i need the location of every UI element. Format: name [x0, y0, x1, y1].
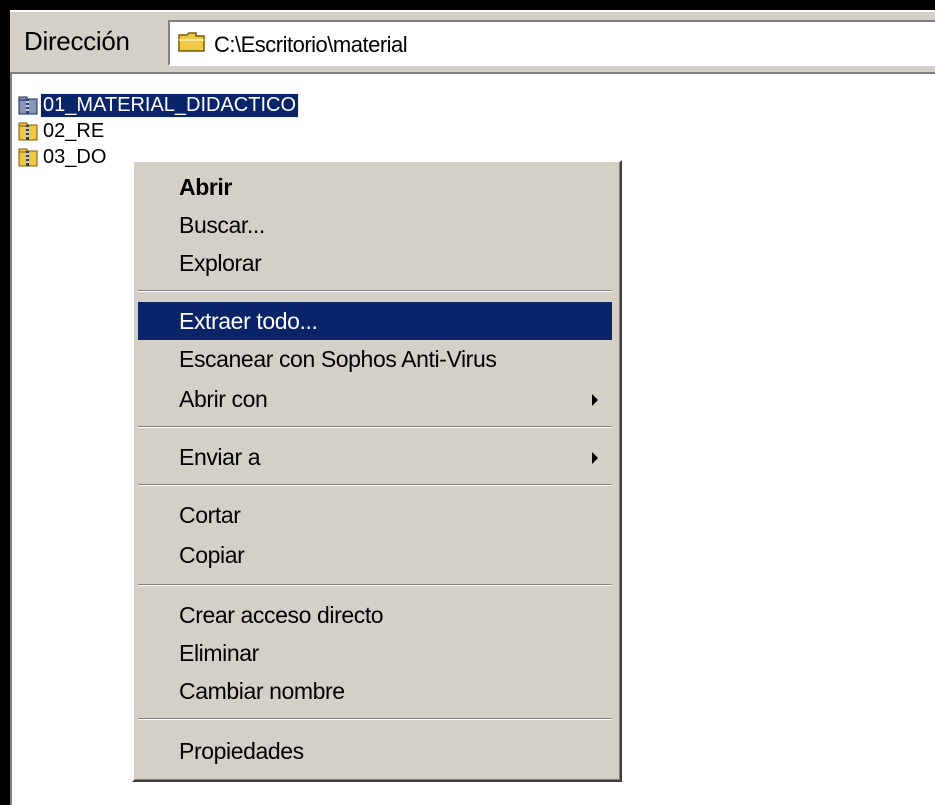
- menu-item-label: Enviar a: [179, 444, 261, 470]
- menu-item-send-to[interactable]: Enviar a: [138, 438, 612, 476]
- address-bar: Dirección C:\Escritorio\material: [10, 10, 935, 72]
- menu-separator: [138, 584, 612, 586]
- file-name: 03_DO: [43, 145, 107, 168]
- menu-separator: [138, 484, 612, 486]
- file-item[interactable]: 01_MATERIAL_DIDACTICO: [18, 92, 300, 118]
- menu-item-rename[interactable]: Cambiar nombre: [138, 672, 612, 710]
- zip-folder-icon: [18, 95, 38, 115]
- address-path: C:\Escritorio\material: [214, 32, 408, 57]
- file-item[interactable]: 02_RE: [18, 118, 106, 144]
- menu-item-extract-all[interactable]: Extraer todo...: [138, 302, 612, 340]
- menu-separator: [138, 426, 612, 428]
- zip-folder-icon: [18, 147, 38, 167]
- menu-item-delete[interactable]: Eliminar: [138, 634, 612, 672]
- submenu-arrow-icon: [592, 394, 598, 406]
- submenu-arrow-icon: [592, 452, 598, 464]
- menu-item-open-with[interactable]: Abrir con: [138, 380, 612, 418]
- file-list[interactable]: 01_MATERIAL_DIDACTICO 02_RE 03_DO Abrir …: [10, 72, 935, 805]
- menu-item-open[interactable]: Abrir: [138, 168, 612, 206]
- menu-separator: [138, 290, 612, 292]
- address-label: Dirección: [24, 26, 130, 56]
- zip-folder-icon: [18, 121, 38, 141]
- address-field[interactable]: C:\Escritorio\material: [168, 20, 935, 66]
- context-menu: Abrir Buscar... Explorar Extraer todo...…: [132, 160, 622, 782]
- menu-item-properties[interactable]: Propiedades: [138, 732, 612, 770]
- menu-item-explore[interactable]: Explorar: [138, 244, 612, 282]
- menu-item-create-shortcut[interactable]: Crear acceso directo: [138, 596, 612, 634]
- menu-item-label: Abrir con: [179, 386, 268, 412]
- menu-item-copy[interactable]: Copiar: [138, 536, 612, 574]
- menu-separator: [138, 718, 612, 720]
- menu-item-scan-antivirus[interactable]: Escanear con Sophos Anti-Virus: [138, 340, 612, 378]
- menu-item-cut[interactable]: Cortar: [138, 496, 612, 534]
- folder-icon: [178, 31, 206, 58]
- file-item[interactable]: 03_DO: [18, 144, 108, 170]
- menu-item-search[interactable]: Buscar...: [138, 206, 612, 244]
- file-name: 01_MATERIAL_DIDACTICO: [39, 92, 300, 118]
- explorer-window: Dirección C:\Escritorio\material 01_MATE…: [10, 10, 935, 805]
- file-name: 02_RE: [43, 119, 105, 142]
